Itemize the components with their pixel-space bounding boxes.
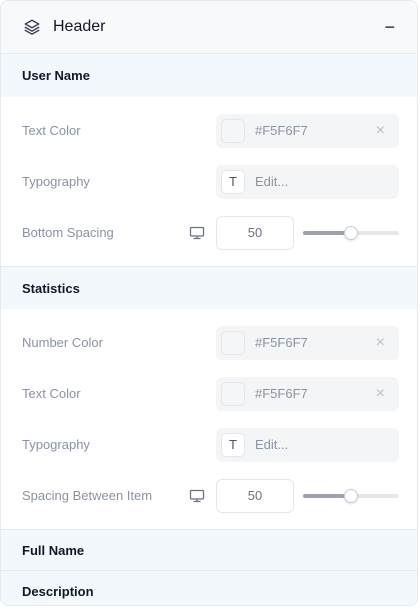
typography-field[interactable]: T Edit...: [216, 427, 399, 462]
typography-field[interactable]: T Edit...: [216, 164, 399, 199]
spacing-between-item-input[interactable]: 50: [216, 478, 294, 513]
color-hex-value[interactable]: #F5F6F7: [255, 335, 376, 350]
number-color-row: Number Color #F5F6F7 ×: [1, 317, 417, 368]
monitor-icon[interactable]: [189, 226, 205, 240]
bottom-spacing-row: Bottom Spacing 50: [1, 207, 417, 258]
spacing-between-item-slider[interactable]: [303, 488, 399, 503]
typography-edit[interactable]: Edit...: [255, 174, 288, 189]
section-description[interactable]: Description: [1, 570, 417, 605]
clear-icon[interactable]: ×: [376, 122, 385, 139]
typography-row: Typography T Edit...: [1, 156, 417, 207]
monitor-icon[interactable]: [189, 489, 205, 503]
color-hex-value[interactable]: #F5F6F7: [255, 386, 376, 401]
text-color-field[interactable]: #F5F6F7 ×: [216, 113, 399, 148]
text-color-field[interactable]: #F5F6F7 ×: [216, 376, 399, 411]
panel-header[interactable]: Header −: [1, 1, 417, 54]
settings-panel: Header − User Name Text Color #F5F6F7 × …: [0, 0, 418, 606]
number-color-field[interactable]: #F5F6F7 ×: [216, 325, 399, 360]
text-color-row: Text Color #F5F6F7 ×: [1, 105, 417, 156]
color-swatch[interactable]: [221, 330, 245, 355]
clear-icon[interactable]: ×: [376, 334, 385, 351]
color-swatch[interactable]: [221, 381, 245, 406]
typography-edit[interactable]: Edit...: [255, 437, 288, 452]
clear-icon[interactable]: ×: [376, 385, 385, 402]
typography-icon: T: [221, 169, 245, 194]
collapse-button[interactable]: −: [384, 18, 395, 36]
color-swatch[interactable]: [221, 118, 245, 143]
stat-text-color-row: Text Color #F5F6F7 ×: [1, 368, 417, 419]
typography-icon: T: [221, 432, 245, 457]
stat-typography-row: Typography T Edit...: [1, 419, 417, 470]
panel-title: Header: [53, 18, 106, 35]
bottom-spacing-input[interactable]: 50: [216, 215, 294, 250]
section-statistics-body: Number Color #F5F6F7 × Text Color #F5F6F…: [1, 309, 417, 529]
spacing-between-item-row: Spacing Between Item 50: [1, 470, 417, 521]
section-user-name-body: Text Color #F5F6F7 × Typography T Edit..…: [1, 97, 417, 266]
section-user-name[interactable]: User Name: [1, 54, 417, 97]
slider-thumb[interactable]: [344, 488, 358, 503]
section-full-name[interactable]: Full Name: [1, 529, 417, 570]
layers-icon: [23, 18, 41, 36]
bottom-spacing-slider[interactable]: [303, 225, 399, 240]
slider-thumb[interactable]: [344, 225, 358, 240]
color-hex-value[interactable]: #F5F6F7: [255, 123, 376, 138]
section-statistics[interactable]: Statistics: [1, 266, 417, 309]
